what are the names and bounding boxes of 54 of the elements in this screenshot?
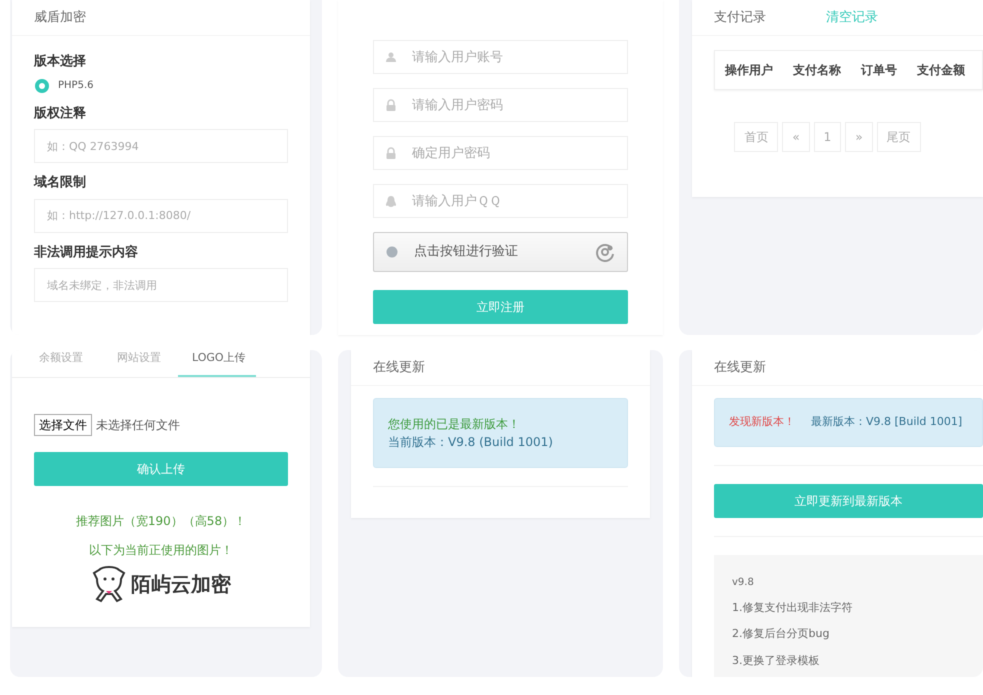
captcha-button[interactable]: 点击按钮进行验证: [373, 232, 628, 272]
input-field[interactable]: 如：http://127.0.0.1:8080/: [34, 198, 288, 232]
status-message: 发现新版本！: [729, 414, 795, 430]
input-field[interactable]: 请输入用户ＱＱ: [373, 184, 628, 218]
version-text: 当前版本：V9.8 (Build 1001): [388, 434, 554, 451]
tab[interactable]: 网站设置: [100, 350, 178, 376]
panel-title: 支付记录: [714, 8, 766, 27]
column-header: 支付名称: [793, 62, 841, 79]
register-button[interactable]: 立即注册: [373, 290, 628, 324]
page-button[interactable]: »: [845, 122, 873, 152]
dot-icon: [386, 246, 398, 258]
file-status: 未选择任何文件: [96, 416, 180, 434]
field-label: 版本选择: [34, 53, 87, 71]
page-button[interactable]: 尾页: [876, 122, 921, 152]
refresh-icon: [595, 242, 615, 262]
update-button[interactable]: 立即更新到最新版本: [714, 484, 983, 518]
input-field[interactable]: 请输入用户账号: [373, 40, 628, 74]
hint-text: 推荐图片（宽190）（高58）！: [74, 512, 248, 530]
panel-title: 威盾加密: [34, 8, 86, 27]
tab[interactable]: LOGO上传: [178, 350, 256, 376]
column-header: 支付金额: [917, 62, 965, 79]
penguin-icon: [385, 195, 397, 208]
column-header: 订单号: [861, 62, 897, 79]
changelog-line: v9.8: [732, 576, 755, 590]
choose-file-button[interactable]: 选择文件: [34, 414, 92, 436]
hint-text: 以下为当前正使用的图片！: [88, 542, 234, 558]
panel-title: 在线更新: [373, 358, 425, 377]
lock-icon: [385, 147, 397, 160]
radio-button[interactable]: [34, 78, 50, 94]
lock-icon: [385, 99, 397, 112]
input-field[interactable]: 确定用户密码: [373, 136, 628, 170]
column-header: 操作用户: [725, 62, 773, 79]
logo-text: 陌屿云加密: [131, 570, 231, 598]
page-button[interactable]: «: [782, 122, 810, 152]
dog-drawing: [91, 564, 127, 604]
page-button[interactable]: 1: [814, 122, 842, 152]
changelog-line: 2.修复后台分页bug: [732, 626, 830, 642]
upload-button[interactable]: 确认上传: [34, 452, 288, 486]
input-field[interactable]: 如：QQ 2763994: [34, 129, 288, 163]
version-text: 最新版本：V9.8 [Build 1001]: [811, 414, 962, 430]
clear-records-link[interactable]: 清空记录: [826, 8, 878, 28]
panel-title: 在线更新: [714, 358, 766, 377]
user-icon: [385, 51, 397, 64]
page-button[interactable]: 首页: [734, 122, 778, 152]
changelog-line: 3.更换了登录模板: [732, 652, 820, 668]
radio-label: PHP5.6: [58, 79, 94, 93]
field-label: 版权注释: [34, 104, 87, 122]
field-label: 非法调用提示内容: [34, 244, 139, 262]
input-field[interactable]: 域名未绑定，非法调用: [34, 268, 288, 302]
changelog-line: 1.修复支付出现非法字符: [732, 600, 854, 616]
input-field[interactable]: 请输入用户密码: [373, 88, 628, 122]
field-label: 域名限制: [34, 174, 87, 192]
status-message: 您使用的已是最新版本！: [388, 416, 521, 433]
tab[interactable]: 余额设置: [22, 350, 100, 376]
